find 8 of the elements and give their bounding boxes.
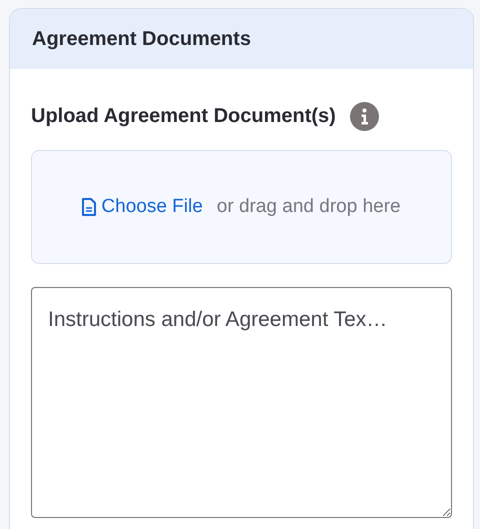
info-icon[interactable] [350,102,379,130]
choose-file-link[interactable]: Choose File [82,196,203,218]
instructions-text-field[interactable]: Instructions and/or Agreement Tex… [31,287,452,518]
file-drop-zone[interactable]: Choose File or drag and drop here [31,150,452,264]
card-title: Agreement Documents [32,28,251,50]
upload-label: Upload Agreement Document(s) [31,104,336,128]
drop-hint: or drag and drop here [216,196,401,218]
file-icon [82,198,96,216]
